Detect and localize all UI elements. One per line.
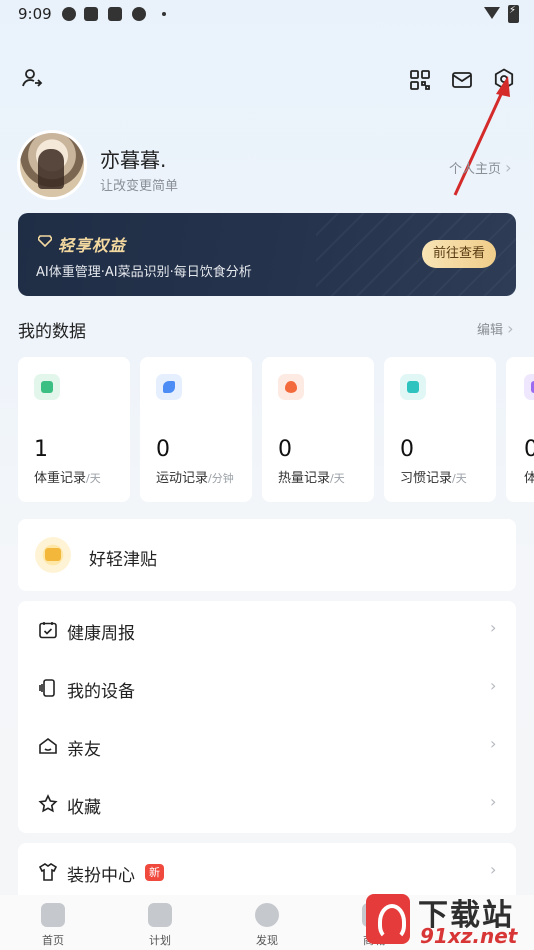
tab-label: 计划 — [149, 934, 171, 947]
card-value: 1 — [34, 437, 48, 462]
flame-icon — [278, 374, 304, 400]
user-subtitle: 让改变更简单 — [100, 179, 179, 194]
app-notification-icon — [62, 7, 76, 21]
vip-banner[interactable]: 轻享权益 AI体重管理·AI菜品识别·每日饮食分析 前往查看 — [18, 213, 516, 296]
app-notification-icon — [132, 7, 146, 21]
chevron-right-icon: › — [490, 618, 497, 637]
vip-title: 轻享权益 — [58, 236, 127, 255]
tab-label: 发现 — [256, 934, 278, 947]
switch-user-icon[interactable] — [20, 66, 44, 90]
watermark-icon — [366, 894, 410, 944]
scale-icon — [34, 374, 60, 400]
card-label: 体重记录/天 — [34, 471, 101, 486]
tab-plan[interactable]: 计划 — [120, 895, 200, 950]
chevron-right-icon: › — [507, 319, 514, 338]
star-icon — [38, 794, 58, 814]
subsidy-panel[interactable]: 好轻津贴 — [18, 519, 516, 591]
card-label: 习惯记录/天 — [400, 471, 467, 486]
device-icon — [38, 678, 58, 698]
tab-discover[interactable]: 发现 — [227, 895, 307, 950]
edit-data-link[interactable]: 编辑 › — [477, 319, 514, 338]
menu-label: 装扮中心 — [67, 866, 135, 886]
calendar-icon — [38, 620, 58, 640]
menu-item-my-devices[interactable]: 我的设备 › — [18, 659, 516, 717]
app-notification-icon — [84, 7, 98, 21]
avatar[interactable] — [20, 133, 84, 197]
chevron-right-icon: › — [505, 158, 512, 177]
status-bar: 9:09 — [0, 0, 534, 28]
chevron-right-icon: › — [490, 734, 497, 753]
card-value: 0 — [400, 437, 414, 462]
scan-icon[interactable] — [408, 68, 432, 92]
menu-item-health-report[interactable]: 健康周报 › — [18, 601, 516, 659]
user-name[interactable]: 亦暮暮. — [100, 144, 166, 173]
compass-icon — [255, 903, 279, 927]
annotation-arrow — [453, 76, 510, 196]
card-label: 运动记录/分钟 — [156, 471, 234, 486]
vip-view-button[interactable]: 前往查看 — [422, 240, 496, 268]
card-value: 0 — [278, 437, 292, 462]
data-card-habit[interactable]: 0 习惯记录/天 — [384, 357, 496, 502]
menu-item-favorites[interactable]: 收藏 › — [18, 775, 516, 833]
diamond-icon — [38, 235, 52, 247]
habit-icon — [400, 374, 426, 400]
card-label: 热量记录/天 — [278, 471, 345, 486]
home-icon — [38, 736, 58, 756]
wallet-icon — [35, 537, 71, 573]
battery-icon — [508, 5, 519, 23]
data-card-body[interactable]: 0 体 — [506, 357, 534, 502]
menu-label: 亲友 — [67, 740, 101, 760]
run-icon — [156, 374, 182, 400]
tab-label: 首页 — [42, 934, 64, 947]
chevron-right-icon: › — [490, 792, 497, 811]
menu-label: 收藏 — [67, 798, 101, 818]
plan-icon — [148, 903, 172, 927]
profile-link-label: 个人主页 — [449, 162, 502, 177]
menu-label: 健康周报 — [67, 624, 135, 644]
new-badge: 新 — [145, 864, 164, 881]
subsidy-label: 好轻津贴 — [89, 550, 157, 570]
vip-description: AI体重管理·AI菜品识别·每日饮食分析 — [36, 265, 252, 280]
data-card-calories[interactable]: 0 热量记录/天 — [262, 357, 374, 502]
home-tab-icon — [41, 903, 65, 927]
card-label: 体 — [524, 471, 534, 486]
card-value: 0 — [524, 437, 534, 462]
menu-list: 健康周报 › 我的设备 › 亲友 › 收藏 › — [18, 601, 516, 833]
edit-label: 编辑 — [477, 323, 504, 338]
wifi-icon — [484, 7, 500, 19]
my-data-title: 我的数据 — [18, 322, 86, 342]
menu-item-family[interactable]: 亲友 › — [18, 717, 516, 775]
profile-link[interactable]: 个人主页 › — [449, 158, 512, 177]
status-time: 9:09 — [18, 5, 52, 23]
chevron-right-icon: › — [490, 860, 497, 879]
shirt-icon — [38, 862, 58, 882]
watermark-logo: 下载站 91xz.net — [360, 886, 534, 950]
card-value: 0 — [156, 437, 170, 462]
chevron-right-icon: › — [490, 676, 497, 695]
data-card-weight[interactable]: 1 体重记录/天 — [18, 357, 130, 502]
data-card-exercise[interactable]: 0 运动记录/分钟 — [140, 357, 252, 502]
tab-home[interactable]: 首页 — [13, 895, 93, 950]
more-notifications-dot — [162, 12, 166, 16]
menu-label: 我的设备 — [67, 682, 135, 702]
app-notification-icon — [108, 7, 122, 21]
body-icon — [524, 374, 534, 400]
watermark-url: 91xz.net — [420, 924, 518, 948]
